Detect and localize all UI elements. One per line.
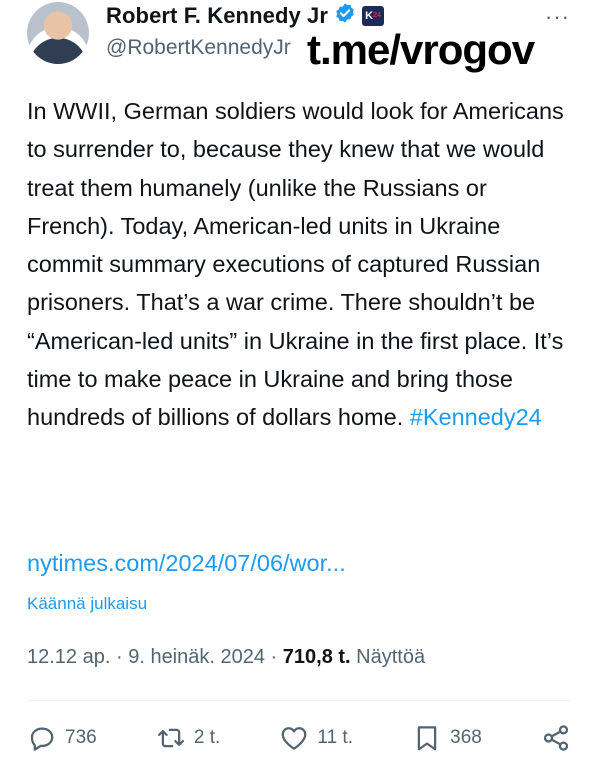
post-date[interactable]: 9. heinäk. 2024 <box>128 646 265 668</box>
author-name-row: Robert F. Kennedy Jr K 24 <box>106 2 385 29</box>
affiliation-badge-number: 24 <box>373 12 381 19</box>
hashtag-link[interactable]: #Kennedy24 <box>410 404 542 430</box>
repost-count: 2 t. <box>193 727 221 748</box>
repost-icon <box>157 728 184 748</box>
reply-count: 736 <box>65 727 97 748</box>
tweet-meta: 12.12 ap. · 9. heinäk. 2024 · 710,8 t. N… <box>27 646 425 669</box>
heart-icon <box>282 727 307 750</box>
translate-post-link[interactable]: Käännä julkaisu <box>27 594 147 614</box>
bookmark-count: 368 <box>450 727 482 748</box>
meta-separator: · <box>110 646 129 668</box>
divider <box>27 700 571 701</box>
action-bar: 736 2 t. 11 t. 368 <box>27 718 571 758</box>
views-label: Näyttöä <box>356 646 426 668</box>
more-options-icon[interactable]: ··· <box>545 4 570 30</box>
affiliation-badge-letter: K <box>365 9 374 22</box>
author-display-name[interactable]: Robert F. Kennedy Jr <box>106 3 328 29</box>
watermark: t.me/vrogov <box>307 26 535 73</box>
avatar[interactable] <box>27 2 89 64</box>
verified-badge-icon[interactable] <box>334 2 356 29</box>
share-icon <box>543 725 569 751</box>
repost-button[interactable]: 2 t. <box>156 723 220 753</box>
meta-separator-2: · <box>264 646 283 668</box>
like-button[interactable]: 11 t. <box>279 723 353 753</box>
views-count: 710,8 t. <box>282 646 351 668</box>
author-handle[interactable]: @RobertKennedyJr <box>106 36 291 60</box>
tweet-body: In WWII, German soldiers would look for … <box>27 98 564 431</box>
bookmark-button[interactable]: 368 <box>412 723 482 753</box>
article-link[interactable]: nytimes.com/2024/07/06/wor... <box>27 550 346 577</box>
affiliation-badge[interactable]: K 24 <box>362 5 385 26</box>
post-time[interactable]: 12.12 ap. <box>27 646 110 668</box>
reply-icon <box>30 727 54 751</box>
share-button[interactable] <box>541 723 571 753</box>
tweet-text: In WWII, German soldiers would look for … <box>27 92 577 437</box>
reply-button[interactable]: 736 <box>27 723 97 753</box>
bookmark-icon <box>417 726 437 751</box>
like-count: 11 t. <box>317 727 353 748</box>
